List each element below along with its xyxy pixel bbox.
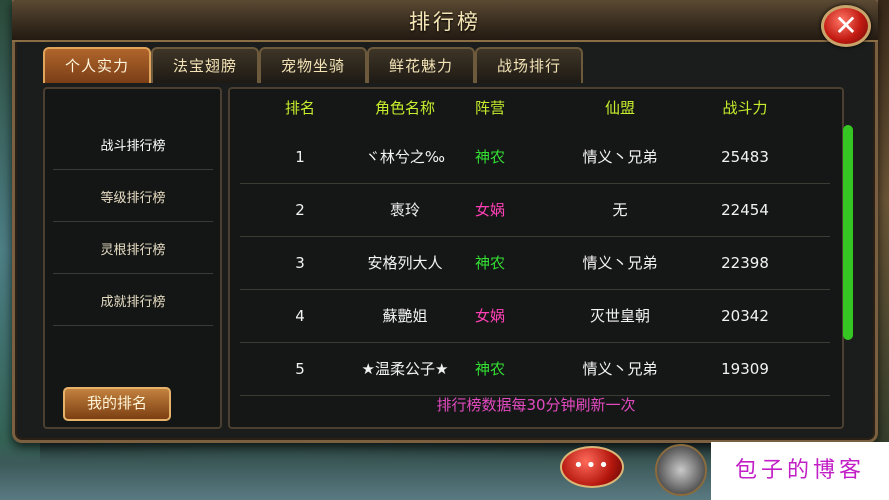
cell-power: 25483 xyxy=(721,148,769,166)
header-rank: 排名 xyxy=(284,99,315,117)
refresh-note: 排行榜数据每30分钟刷新一次 xyxy=(436,396,636,414)
header-faction: 阵营 xyxy=(474,99,505,117)
chat-button[interactable]: ••• xyxy=(560,446,624,488)
table-row[interactable]: 1 ヾ林兮之‰ 神农 情义丶兄弟 25483 xyxy=(240,131,830,184)
close-button[interactable]: ✕ xyxy=(821,5,871,47)
tab-personal-strength[interactable]: 个人实力 xyxy=(43,47,151,83)
sidebar-item-achievement-rank[interactable]: 成就排行榜 xyxy=(53,281,213,326)
table-row[interactable]: 4 蘇艷姐 女娲 灭世皇朝 20342 xyxy=(240,290,830,343)
cell-faction: 神农 xyxy=(474,148,505,166)
sidebar: 战斗排行榜 等级排行榜 灵根排行榜 成就排行榜 我的排名 xyxy=(43,87,222,429)
header-guild: 仙盟 xyxy=(604,99,635,117)
tab-treasure-wings[interactable]: 法宝翅膀 xyxy=(151,47,259,83)
table-header: 排名 角色名称 阵营 仙盟 战斗力 xyxy=(230,93,842,123)
scrollbar-thumb[interactable] xyxy=(843,125,853,340)
table-row[interactable]: 5 ★温柔公子★ 神农 情义丶兄弟 19309 xyxy=(240,343,830,396)
cell-faction: 女娲 xyxy=(474,201,505,219)
cell-guild: 无 xyxy=(612,201,628,219)
cell-power: 22454 xyxy=(721,201,769,219)
cell-rank: 5 xyxy=(295,360,305,378)
table-scrollbar[interactable] xyxy=(843,125,853,340)
cell-rank: 2 xyxy=(295,201,305,219)
window-title-bar: 排行榜 xyxy=(12,0,878,42)
sword-skill-icon[interactable] xyxy=(655,444,707,496)
cell-rank: 3 xyxy=(295,254,305,272)
cell-faction: 神农 xyxy=(474,254,505,272)
cell-rank: 1 xyxy=(295,148,305,166)
cell-faction: 神农 xyxy=(474,360,505,378)
tab-battlefield-rank[interactable]: 战场排行 xyxy=(475,47,583,83)
sidebar-item-level-rank[interactable]: 等级排行榜 xyxy=(53,177,213,222)
tab-flower-charm[interactable]: 鲜花魅力 xyxy=(367,47,475,83)
ranking-table: 排名 角色名称 阵营 仙盟 战斗力 1 ヾ林兮之‰ 神农 情义丶兄弟 25483… xyxy=(228,87,844,429)
window-title: 排行榜 xyxy=(409,10,481,34)
cell-rank: 4 xyxy=(295,307,305,325)
header-power: 战斗力 xyxy=(722,99,768,117)
cell-power: 19309 xyxy=(721,360,769,378)
table-row[interactable]: 2 褭玲 女娲 无 22454 xyxy=(240,184,830,237)
cell-guild: 灭世皇朝 xyxy=(589,307,650,325)
tab-pet-mount[interactable]: 宠物坐骑 xyxy=(259,47,367,83)
table-row[interactable]: 3 安格列大人 神农 情义丶兄弟 22398 xyxy=(240,237,830,290)
sidebar-item-spirit-root-rank[interactable]: 灵根排行榜 xyxy=(53,229,213,274)
cell-power: 22398 xyxy=(721,254,769,272)
cell-power: 20342 xyxy=(721,307,769,325)
cell-faction: 女娲 xyxy=(474,307,505,325)
cell-guild: 情义丶兄弟 xyxy=(582,254,658,272)
cell-guild: 情义丶兄弟 xyxy=(582,360,658,378)
cell-guild: 情义丶兄弟 xyxy=(582,148,658,166)
sidebar-item-combat-rank[interactable]: 战斗排行榜 xyxy=(53,125,213,170)
my-rank-button[interactable]: 我的排名 xyxy=(63,387,171,421)
watermark-text: 包子的博客 xyxy=(711,442,889,500)
